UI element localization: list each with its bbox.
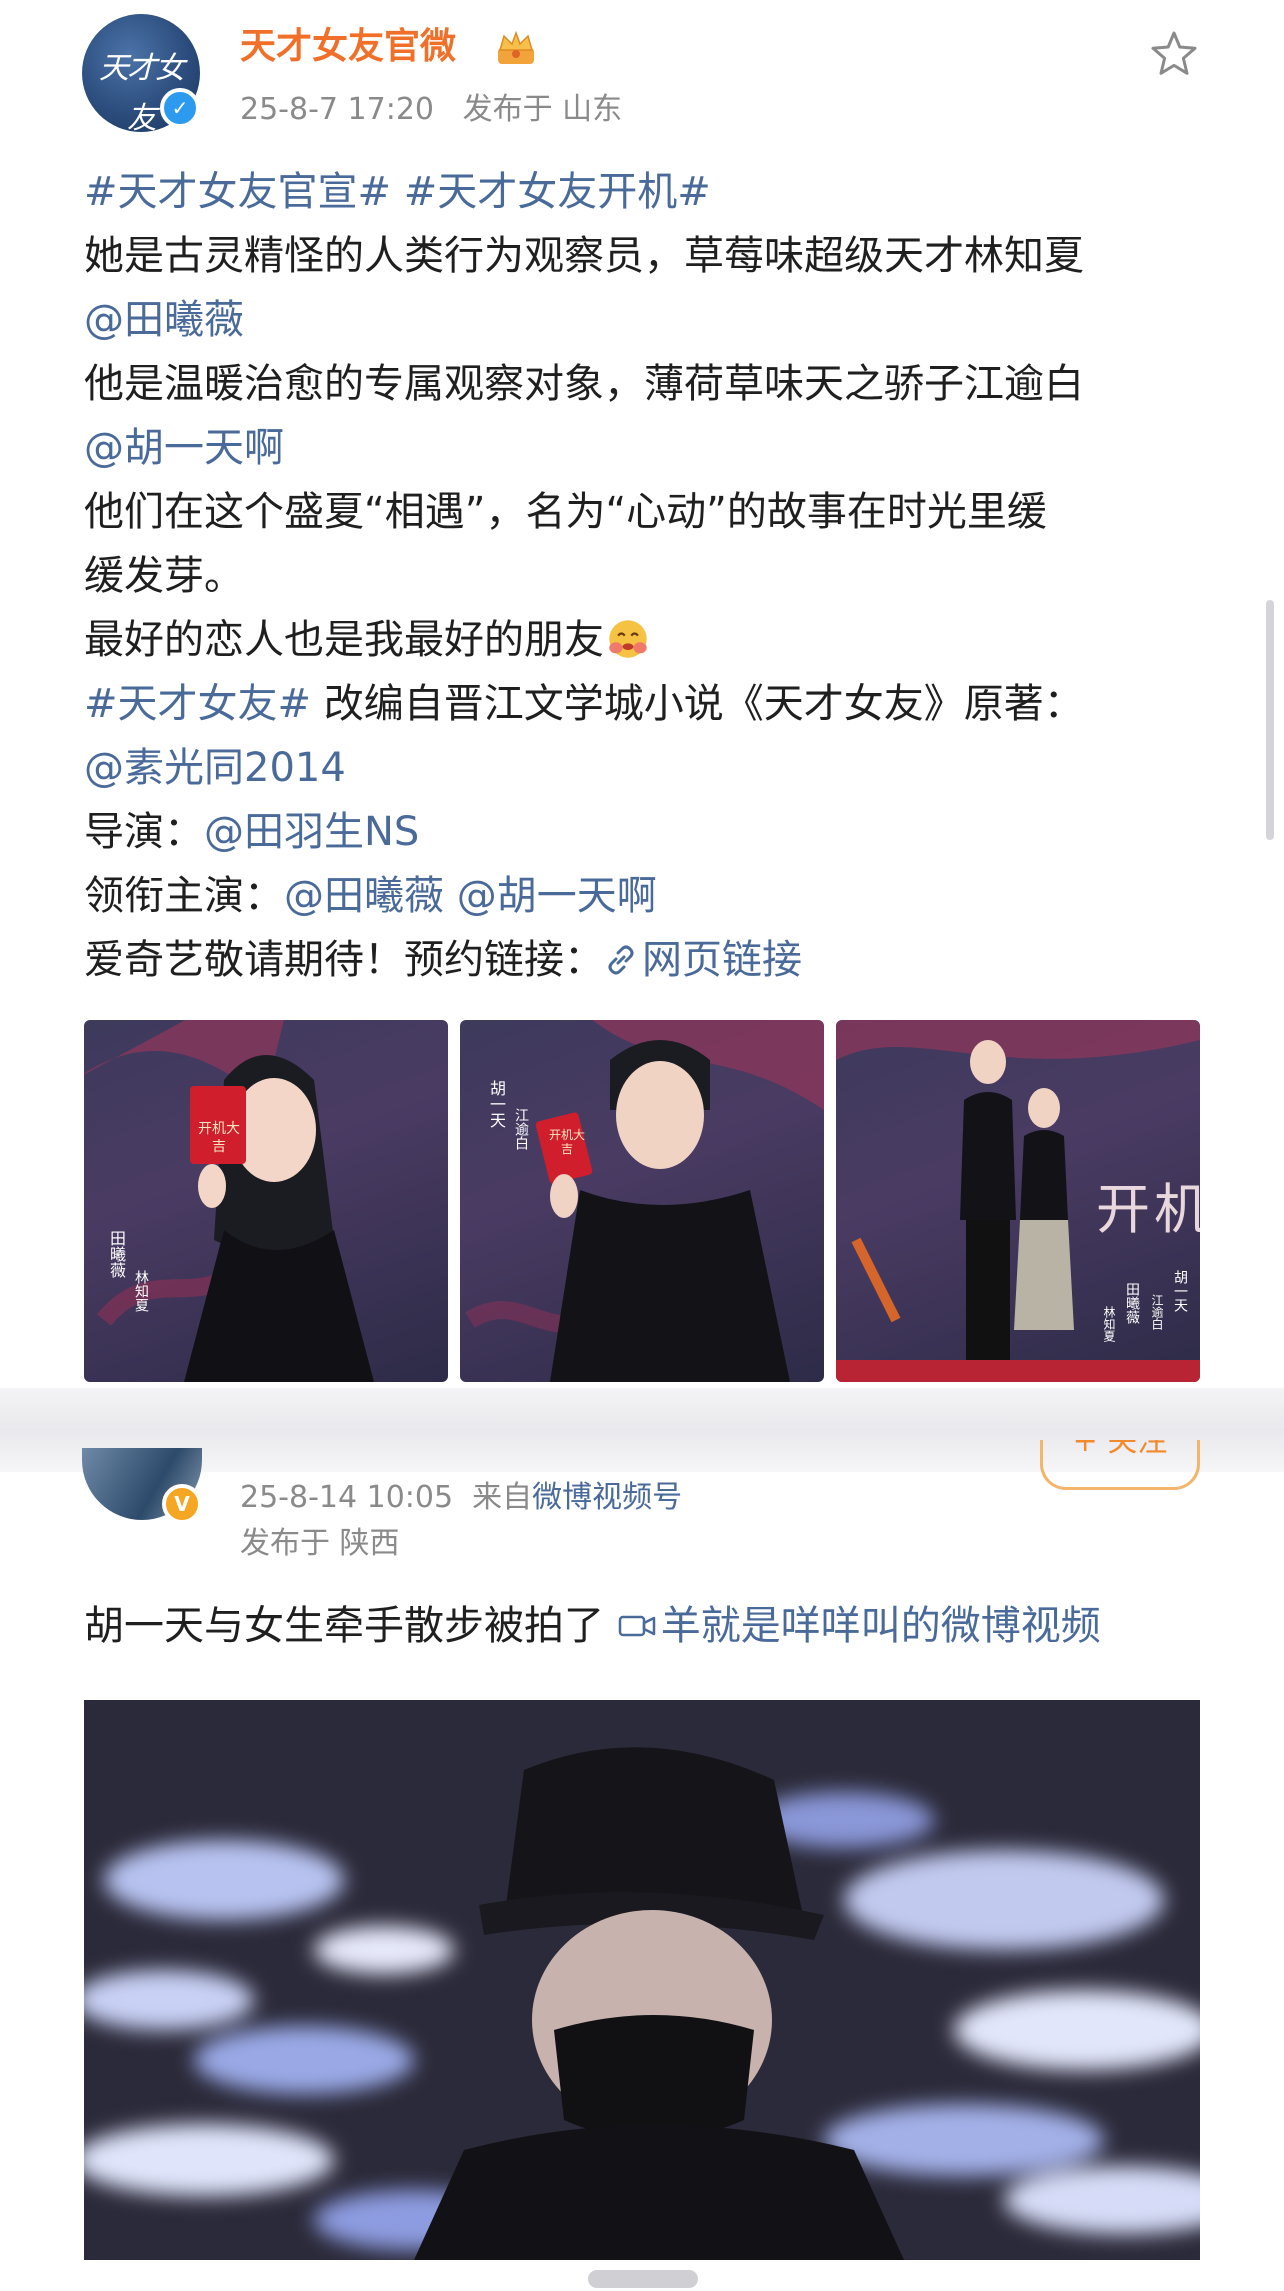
follow-button[interactable]: + 关注: [1040, 1440, 1200, 1490]
mention-link[interactable]: @田曦薇 @胡一天啊: [284, 873, 657, 919]
post-text: 爱奇艺敬请期待！预约链接：: [84, 937, 604, 983]
post-text: 最好的恋人也是我最好的朋友: [84, 617, 604, 663]
actor-name: 胡一天: [1172, 1270, 1188, 1312]
photo-thumbnail[interactable]: 开机大吉 田曦薇 林知夏: [84, 1020, 448, 1382]
verified-badge-icon: V: [162, 1484, 202, 1524]
hashtag-link[interactable]: #天才女友官宣# #天才女友开机#: [84, 169, 711, 215]
post-text-line: 他是温暖治愈的专属观察对象，薄荷草味天之骄子江逾白: [84, 352, 1214, 416]
red-card-text: 开机大吉: [548, 1128, 585, 1156]
post-text-line: 导演：@田羽生NS: [84, 800, 1214, 864]
location: 发布于 陕西: [240, 1526, 400, 1561]
role-name: 江逾白: [1150, 1294, 1164, 1330]
video-player[interactable]: [84, 1700, 1200, 2260]
post-text-line: @胡一天啊: [84, 416, 1214, 480]
scrollbar[interactable]: [1266, 600, 1274, 840]
actor-name: 胡一天: [487, 1080, 506, 1128]
post-timestamp: 25-8-7 17:20 发布于 山东: [240, 90, 622, 130]
poster-text: 开机大吉: [1096, 1180, 1200, 1240]
role-name: 林知夏: [133, 1270, 149, 1312]
post-text-line: 爱奇艺敬请期待！预约链接： 网页链接: [84, 928, 1214, 992]
home-indicator: [588, 2270, 698, 2288]
mention-link[interactable]: @胡一天啊: [84, 425, 284, 471]
username[interactable]: 天才女友官微: [240, 24, 456, 70]
hashtag-link[interactable]: #天才女友#: [84, 681, 311, 727]
photo-thumbnail[interactable]: 胡一天 江逾白 开机大吉: [460, 1020, 824, 1382]
web-link[interactable]: 网页链接: [642, 937, 802, 983]
video-camera-icon: [618, 1615, 655, 1637]
post-text: 他是温暖治愈的专属观察对象，薄荷草味天之骄子江逾白: [84, 361, 1084, 407]
post-text-line: 他们在这个盛夏“相遇”，名为“心动”的故事在时光里缓: [84, 480, 1214, 544]
location: 发布于 山东: [462, 92, 623, 127]
link-icon: [608, 945, 634, 975]
post-text: 他们在这个盛夏“相遇”，名为“心动”的故事在时光里缓: [84, 489, 1047, 535]
role-name: 林知夏: [1102, 1306, 1116, 1342]
post-text: 胡一天与女生牵手散步被拍了: [84, 1603, 604, 1649]
crown-icon: [498, 30, 534, 64]
photo-thumbnail[interactable]: 开机大吉 胡一天 江逾白 田曦薇 林知夏: [836, 1020, 1200, 1382]
post-timestamp: 25-8-14 10:05 来自微博视频号: [240, 1478, 682, 1518]
post-body: #天才女友官宣# #天才女友开机# 她是古灵精怪的人类行为观察员，草莓味超级天才林…: [84, 160, 1214, 992]
video-link[interactable]: 羊就是咩咩叫的微博视频: [617, 1603, 1101, 1649]
post-text-line: 缓发芽。: [84, 544, 1214, 608]
role-name: 江逾白: [513, 1108, 529, 1150]
source-link[interactable]: 微博视频号: [532, 1480, 682, 1515]
mention-link[interactable]: @田曦薇: [84, 297, 244, 343]
hug-emoji: [609, 620, 647, 658]
source-prefix: 来自: [472, 1480, 533, 1515]
post-text-line: 领衔主演：@田曦薇 @胡一天啊: [84, 864, 1214, 928]
post-text-line: #天才女友# 改编自晋江文学城小说《天才女友》原著：: [84, 672, 1214, 736]
post-text: 她是古灵精怪的人类行为观察员，草莓味超级天才林知夏: [84, 233, 1084, 279]
red-card-text: 开机大吉: [198, 1121, 240, 1155]
actor-name: 田曦薇: [107, 1230, 126, 1278]
post-text-line: @素光同2014: [84, 736, 1214, 800]
avatar-logo-text: 天才女友: [99, 51, 185, 132]
video-link-label: 羊就是咩咩叫的微博视频: [660, 1603, 1101, 1649]
post-text: 缓发芽。: [84, 553, 244, 599]
post-text-line: 最好的恋人也是我最好的朋友: [84, 608, 1214, 672]
post-text: 领衔主演：: [84, 873, 284, 919]
post-body: 胡一天与女生牵手散步被拍了 羊就是咩咩叫的微博视频: [84, 1594, 1101, 1658]
timestamp: 25-8-14 10:05: [240, 1480, 454, 1515]
post-text-line: #天才女友官宣# #天才女友开机#: [84, 160, 1214, 224]
star-icon[interactable]: [1148, 28, 1200, 80]
post-text-line: @田曦薇: [84, 288, 1214, 352]
post-text: 改编自晋江文学城小说《天才女友》原著：: [311, 681, 1084, 727]
actor-name: 田曦薇: [1124, 1282, 1140, 1324]
post-text-line: 她是古灵精怪的人类行为观察员，草莓味超级天才林知夏: [84, 224, 1214, 288]
timestamp: 25-8-7 17:20: [240, 92, 434, 127]
post-text: 导演：: [84, 809, 204, 855]
mention-link[interactable]: @田羽生NS: [204, 809, 419, 855]
mention-link[interactable]: @素光同2014: [84, 745, 346, 791]
verified-badge-icon: ✓: [160, 88, 200, 128]
